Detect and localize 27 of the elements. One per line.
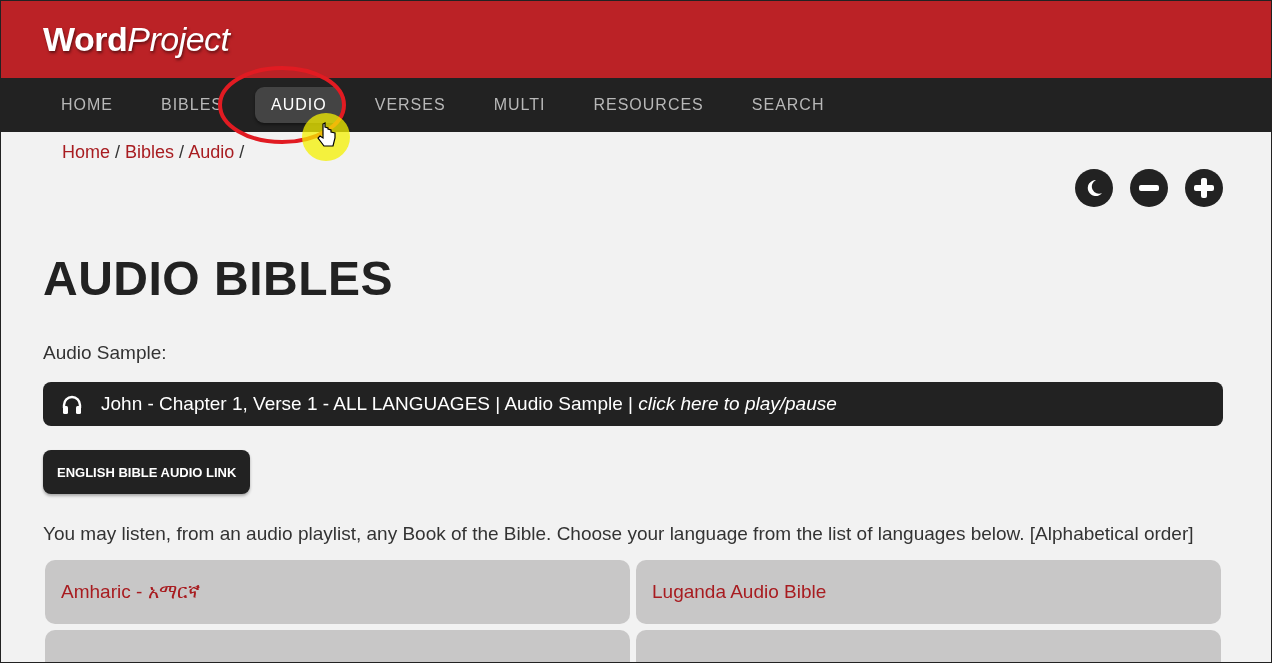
nav-tab[interactable]: RESOURCES — [577, 87, 720, 123]
breadcrumb-separator: / — [239, 142, 245, 162]
sample-label: Audio Sample: — [43, 342, 168, 364]
nav-tab[interactable]: SEARCH — [735, 87, 841, 123]
english-audio-button[interactable]: ENGLISH BIBLE AUDIO LINK — [43, 450, 251, 494]
minus-icon — [1139, 185, 1159, 191]
headphones-icon — [61, 394, 83, 414]
nav-tab[interactable]: HOME — [45, 87, 129, 123]
site-logo[interactable]: WordProject — [43, 20, 230, 59]
page-heading: AUDIO BIBLES — [43, 251, 394, 306]
nav-tab[interactable]: MULTI — [477, 87, 562, 123]
breadcrumb-separator: / — [179, 142, 185, 162]
nav-tab[interactable]: VERSES — [358, 87, 462, 123]
breadcrumb-separator: / — [115, 142, 121, 162]
audio-sample-text: John - Chapter 1, Verse 1 - ALL LANGUAGES | Audio Sample | click here to play/pause — [101, 393, 837, 415]
minus-button[interactable] — [1130, 169, 1168, 207]
nav-tab[interactable]: AUDIO — [255, 87, 343, 123]
language-card[interactable]: Luganda Audio Bible — [636, 560, 1221, 624]
language-card[interactable]: Amharic - አማርኛ — [45, 560, 630, 624]
breadcrumb-link[interactable]: Audio — [188, 142, 235, 162]
audio-player-bar[interactable]: John - Chapter 1, Verse 1 - ALL LANGUAGES | Audio Sample | click here to play/pause — [43, 382, 1223, 426]
plus-button[interactable] — [1185, 169, 1223, 207]
breadcrumb-link[interactable]: Bibles — [125, 142, 175, 162]
intro-text: You may listen, from an audio playlist, any Book of the Bible. Choose your language from the list of languages below. [Alphabetical order] — [43, 522, 1195, 546]
moon-button[interactable] — [1075, 169, 1113, 207]
breadcrumb-link[interactable]: Home — [62, 142, 110, 162]
plus-icon — [1194, 178, 1214, 198]
